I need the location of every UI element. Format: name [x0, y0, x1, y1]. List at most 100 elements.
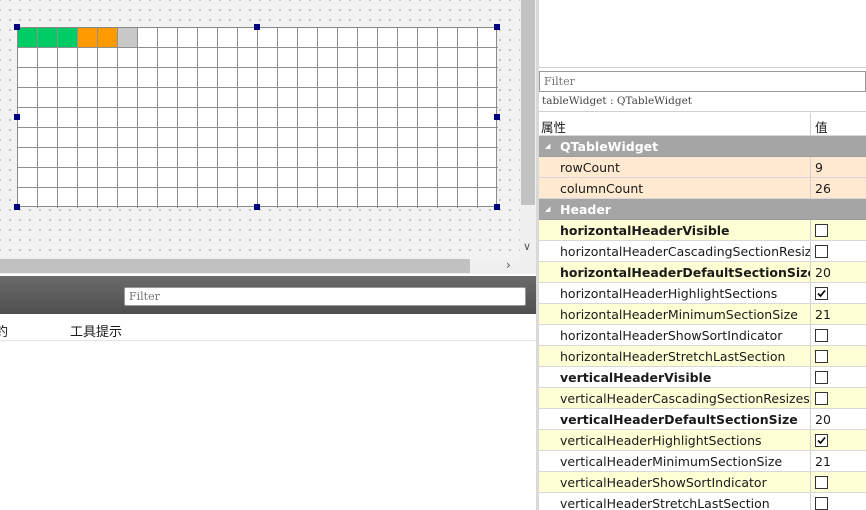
checkbox-unchecked[interactable]	[815, 497, 828, 510]
table-cell[interactable]	[418, 148, 438, 168]
table-cell[interactable]	[278, 168, 298, 188]
table-cell[interactable]	[438, 168, 458, 188]
property-value-cell[interactable]	[811, 388, 866, 408]
table-cell[interactable]	[298, 68, 318, 88]
table-cell[interactable]	[138, 128, 158, 148]
table-cell[interactable]	[398, 168, 418, 188]
table-cell[interactable]	[78, 148, 98, 168]
table-cell[interactable]	[198, 88, 218, 108]
property-row[interactable]: verticalHeaderHighlightSections	[539, 430, 866, 451]
table-cell[interactable]	[478, 148, 498, 168]
table-cell[interactable]	[438, 88, 458, 108]
table-cell[interactable]	[278, 108, 298, 128]
property-column-header[interactable]: 属性	[539, 113, 811, 135]
table-cell[interactable]	[258, 68, 278, 88]
table-cell[interactable]	[478, 28, 498, 48]
table-cell[interactable]	[38, 148, 58, 168]
table-cell[interactable]	[118, 128, 138, 148]
action-filter-input[interactable]	[124, 287, 526, 306]
table-cell[interactable]	[178, 108, 198, 128]
property-value[interactable]: 21	[811, 451, 866, 471]
table-cell[interactable]	[58, 128, 78, 148]
table-cell[interactable]	[398, 68, 418, 88]
table-cell[interactable]	[38, 48, 58, 68]
table-cell[interactable]	[158, 68, 178, 88]
table-cell[interactable]	[158, 148, 178, 168]
table-cell[interactable]	[458, 68, 478, 88]
table-cell[interactable]	[398, 128, 418, 148]
table-cell[interactable]	[138, 28, 158, 48]
vertical-scroll-thumb[interactable]	[521, 0, 535, 205]
table-cell[interactable]	[358, 48, 378, 68]
property-row[interactable]: verticalHeaderShowSortIndicator	[539, 472, 866, 493]
table-cell[interactable]	[338, 128, 358, 148]
property-row[interactable]: verticalHeaderMinimumSectionSize 21	[539, 451, 866, 472]
table-cell[interactable]	[18, 148, 38, 168]
table-cell[interactable]	[258, 168, 278, 188]
property-row[interactable]: verticalHeaderCascadingSectionResizes	[539, 388, 866, 409]
table-cell[interactable]	[118, 188, 138, 208]
table-cell[interactable]	[58, 188, 78, 208]
table-cell[interactable]	[318, 48, 338, 68]
table-cell[interactable]	[278, 68, 298, 88]
table-cell[interactable]	[378, 48, 398, 68]
table-cell[interactable]	[78, 188, 98, 208]
table-cell[interactable]	[238, 168, 258, 188]
table-cell[interactable]	[158, 168, 178, 188]
table-cell[interactable]	[98, 188, 118, 208]
table-cell[interactable]	[418, 128, 438, 148]
table-cell[interactable]	[258, 128, 278, 148]
table-cell[interactable]	[298, 188, 318, 208]
table-cell[interactable]	[318, 128, 338, 148]
table-cell[interactable]	[438, 148, 458, 168]
horizontal-scroll-thumb[interactable]	[0, 259, 470, 273]
table-cell[interactable]	[438, 188, 458, 208]
table-cell[interactable]	[198, 148, 218, 168]
table-cell[interactable]	[178, 188, 198, 208]
property-row[interactable]: rowCount 9	[539, 157, 866, 178]
property-value-cell[interactable]	[811, 325, 866, 345]
table-cell[interactable]	[358, 128, 378, 148]
table-cell[interactable]	[338, 88, 358, 108]
table-cell[interactable]	[98, 168, 118, 188]
table-cell[interactable]	[18, 188, 38, 208]
property-row[interactable]: horizontalHeaderHighlightSections	[539, 283, 866, 304]
table-cell[interactable]	[198, 108, 218, 128]
property-value-cell[interactable]	[811, 493, 866, 510]
table-cell[interactable]	[318, 88, 338, 108]
table-cell[interactable]	[418, 68, 438, 88]
property-value[interactable]: 9	[811, 157, 866, 177]
checkbox-unchecked[interactable]	[815, 392, 828, 405]
property-row[interactable]: verticalHeaderDefaultSectionSize 20	[539, 409, 866, 430]
checkbox-unchecked[interactable]	[815, 245, 828, 258]
table-cell[interactable]	[278, 88, 298, 108]
table-cell[interactable]	[198, 168, 218, 188]
table-cell[interactable]	[318, 108, 338, 128]
table-cell[interactable]	[338, 108, 358, 128]
table-cell[interactable]	[418, 108, 438, 128]
checkbox-unchecked[interactable]	[815, 350, 828, 363]
table-cell[interactable]	[298, 148, 318, 168]
table-cell[interactable]	[18, 108, 38, 128]
table-cell[interactable]	[178, 168, 198, 188]
table-cell[interactable]	[418, 168, 438, 188]
checkbox-unchecked[interactable]	[815, 224, 828, 237]
table-cell[interactable]	[18, 28, 38, 48]
checkbox-unchecked[interactable]	[815, 476, 828, 489]
table-cell[interactable]	[358, 68, 378, 88]
table-cell[interactable]	[258, 88, 278, 108]
property-value-cell[interactable]	[811, 220, 866, 240]
table-cell[interactable]	[98, 108, 118, 128]
action-column-shortcut[interactable]: 钓	[0, 321, 8, 340]
table-cell[interactable]	[98, 28, 118, 48]
table-cell[interactable]	[338, 148, 358, 168]
table-cell[interactable]	[58, 108, 78, 128]
table-cell[interactable]	[78, 28, 98, 48]
table-cell[interactable]	[98, 88, 118, 108]
table-cell[interactable]	[278, 128, 298, 148]
table-cell[interactable]	[398, 188, 418, 208]
table-cell[interactable]	[118, 168, 138, 188]
checkbox-checked[interactable]	[815, 287, 828, 300]
table-cell[interactable]	[118, 88, 138, 108]
table-cell[interactable]	[138, 88, 158, 108]
